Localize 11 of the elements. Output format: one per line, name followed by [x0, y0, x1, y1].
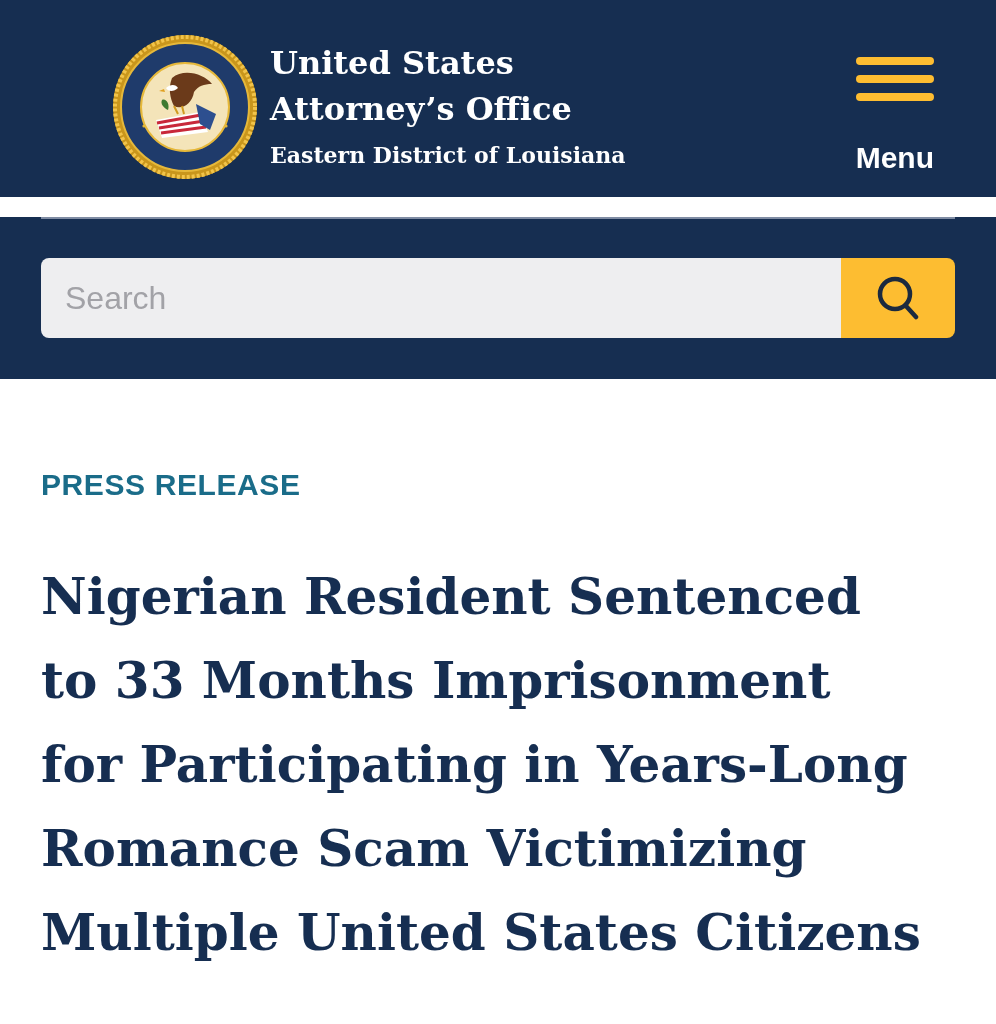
office-title: United States — [270, 42, 515, 84]
menu-icon — [855, 56, 934, 101]
category-label: PRESS RELEASE — [41, 467, 301, 503]
search-field[interactable]: Search — [41, 258, 841, 338]
menu-button[interactable]: Menu — [855, 56, 934, 175]
seal-icon — [112, 33, 258, 180]
article-title: Nigerian Resident Sentenced to 33 Months Imprisonment for Participating in Years-Long Romance Scam Victimizing Multiple United States Citizens — [41, 566, 921, 964]
office-title: Attorney’s Office — [270, 88, 573, 130]
search-button[interactable] — [841, 258, 955, 338]
search-icon — [877, 276, 919, 320]
district-name: Eastern District of Louisiana — [270, 140, 626, 170]
